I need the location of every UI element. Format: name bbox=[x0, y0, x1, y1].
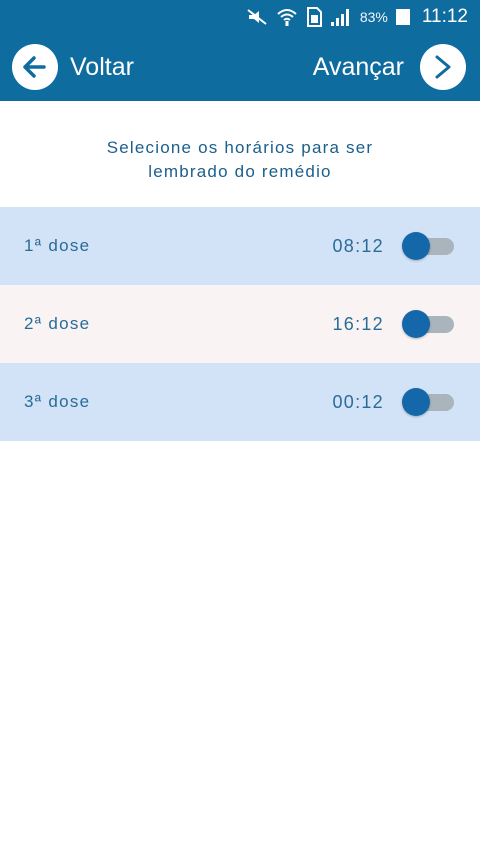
dose-label: 1ª dose bbox=[24, 236, 91, 255]
dose-label: 3ª dose bbox=[24, 392, 91, 411]
dose-label: 2ª dose bbox=[24, 314, 91, 333]
dose-time[interactable]: 08:12 bbox=[332, 236, 384, 257]
dose-toggle-2[interactable] bbox=[402, 310, 454, 338]
next-button[interactable]: Avançar bbox=[313, 44, 466, 90]
app-bar: Voltar Avançar bbox=[0, 33, 480, 101]
dose-row-2: 2ª dose 16:12 bbox=[0, 285, 480, 363]
dose-toggle-1[interactable] bbox=[402, 232, 454, 260]
toggle-thumb bbox=[402, 310, 430, 338]
dose-row-1: 1ª dose 08:12 bbox=[0, 207, 480, 285]
toggle-thumb bbox=[402, 232, 430, 260]
instruction-line-1: Selecione os horários para ser bbox=[106, 138, 374, 157]
battery-percent: 83% bbox=[359, 8, 388, 25]
sim-icon bbox=[306, 6, 322, 27]
dose-row-3: 3ª dose 00:12 bbox=[0, 363, 480, 441]
arrow-left-icon bbox=[12, 44, 58, 90]
back-button[interactable]: Voltar bbox=[12, 44, 134, 90]
battery-icon bbox=[395, 8, 410, 26]
toggle-thumb bbox=[402, 388, 430, 416]
status-bar: 83% 11:12 bbox=[0, 0, 480, 33]
back-label: Voltar bbox=[70, 52, 134, 81]
wifi-icon bbox=[276, 7, 298, 27]
mute-icon bbox=[246, 8, 268, 26]
status-time: 11:12 bbox=[421, 5, 468, 27]
dose-time[interactable]: 00:12 bbox=[332, 392, 384, 413]
signal-icon bbox=[330, 7, 352, 27]
instruction-text: Selecione os horários para ser lembrado … bbox=[0, 136, 480, 184]
next-label: Avançar bbox=[312, 52, 404, 81]
chevron-right-icon bbox=[420, 44, 466, 90]
dose-toggle-3[interactable] bbox=[402, 388, 454, 416]
dose-time[interactable]: 16:12 bbox=[332, 314, 384, 335]
instruction-line-2: lembrado do remédio bbox=[148, 162, 332, 181]
